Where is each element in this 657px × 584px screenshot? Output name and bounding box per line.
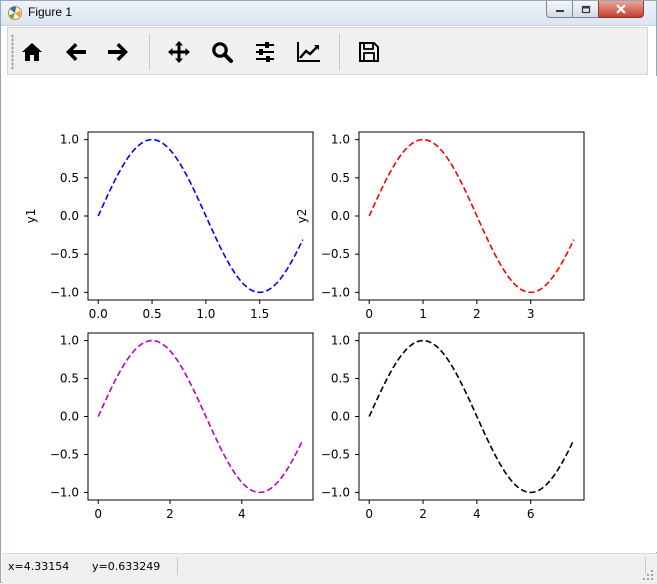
y-tick-label: −0.5 — [50, 447, 79, 461]
resize-grip-icon[interactable] — [642, 569, 654, 581]
cursor-x-readout: x=4.33154 — [8, 560, 70, 573]
y-tick-label: −1.0 — [321, 285, 350, 299]
line-chart-icon — [297, 42, 320, 62]
y-tick-label: 0.0 — [331, 209, 350, 223]
title-bar[interactable]: Figure 1 — [1, 1, 656, 26]
navigation-toolbar — [7, 27, 648, 75]
subplot-4[interactable]: 0 2 4 6 1.0 0.5 0.0 −0.5 −1.0 — [321, 332, 585, 521]
move-icon — [168, 41, 190, 63]
home-icon — [22, 43, 42, 61]
y-tick-label: 0.5 — [60, 372, 79, 386]
subplots-button[interactable] — [250, 37, 280, 67]
matplotlib-app-icon — [8, 6, 22, 20]
minimize-button[interactable] — [546, 1, 573, 18]
minimize-icon — [555, 10, 564, 12]
toolbar-separator — [339, 34, 340, 70]
axes-frame — [358, 332, 585, 501]
save-button[interactable] — [354, 37, 384, 67]
toolbar-grip[interactable] — [11, 34, 14, 70]
x-tick-label: 6 — [527, 507, 535, 521]
x-tick-label: 0 — [365, 507, 373, 521]
y-tick-label: −0.5 — [321, 447, 350, 461]
arrow-right-icon — [108, 43, 128, 61]
y-tick-label: 1.0 — [60, 133, 79, 147]
subplot-1[interactable]: 0.0 0.5 1.0 1.5 1.0 0.5 0.0 −0.5 −1.0 y1 — [24, 131, 314, 321]
x-tick-label: 3 — [527, 307, 535, 321]
x-tick-label: 0.0 — [89, 307, 108, 321]
subplot-2[interactable]: 0 1 2 3 1.0 0.5 0.0 −0.5 −1.0 y2 — [295, 131, 585, 321]
x-tick-label: 0 — [365, 307, 373, 321]
series-line — [368, 339, 575, 494]
y-tick-label: −1.0 — [50, 285, 79, 299]
zoom-button[interactable] — [207, 37, 237, 67]
figure-canvas[interactable]: 0.0 0.5 1.0 1.5 1.0 0.5 0.0 −0.5 −1.0 y1 0 1 2 3 1.0 0.… — [2, 76, 657, 552]
x-tick-label: 4 — [238, 507, 246, 521]
y-tick-label: 1.0 — [60, 334, 79, 348]
arrow-left-icon — [66, 43, 86, 61]
x-tick-label: 1 — [419, 307, 427, 321]
figure-window: Figure 1 0.0 0.5 1.0 1.5 1.0 0.5 0.0 −0.… — [0, 0, 657, 584]
edit-axes-button[interactable] — [294, 37, 324, 67]
y-tick-label: 0.0 — [60, 410, 79, 424]
y-tick-label: −0.5 — [50, 247, 79, 261]
series-line — [97, 339, 304, 494]
y-tick-label: 0.0 — [331, 410, 350, 424]
y-tick-label: 1.0 — [331, 334, 350, 348]
pan-button[interactable] — [164, 37, 194, 67]
y-tick-label: 0.0 — [60, 209, 79, 223]
home-button[interactable] — [17, 37, 47, 67]
floppy-disk-icon — [359, 42, 379, 62]
maximize-icon — [581, 5, 590, 13]
y-axis-label: y2 — [295, 209, 309, 224]
y-tick-label: 0.5 — [331, 372, 350, 386]
x-tick-label: 2 — [419, 507, 427, 521]
status-separator — [177, 557, 178, 575]
axes-frame — [358, 131, 585, 301]
axes-frame — [87, 332, 314, 501]
x-tick-label: 0 — [94, 507, 102, 521]
axes-frame — [87, 131, 314, 301]
maximize-button[interactable] — [572, 1, 599, 18]
series-line — [368, 138, 575, 294]
close-icon — [616, 4, 626, 14]
x-tick-label: 4 — [473, 507, 481, 521]
y-tick-label: 0.5 — [60, 171, 79, 185]
status-bar: x=4.33154 y=0.633249 — [2, 553, 657, 584]
x-tick-label: 0.5 — [143, 307, 162, 321]
zoom-icon — [212, 42, 233, 63]
back-button[interactable] — [61, 37, 91, 67]
y-axis-label: y1 — [24, 209, 38, 224]
y-tick-label: −1.0 — [321, 485, 350, 499]
y-tick-label: 1.0 — [331, 133, 350, 147]
x-tick-label: 2 — [166, 507, 174, 521]
y-tick-label: −0.5 — [321, 247, 350, 261]
y-tick-label: −1.0 — [50, 485, 79, 499]
cursor-y-readout: y=0.633249 — [92, 560, 161, 573]
window-title: Figure 1 — [28, 5, 73, 19]
figure-svg[interactable]: 0.0 0.5 1.0 1.51.00.50.0−0.5−1.0y10 1 2 31.00.… — [2, 76, 657, 552]
series-line — [97, 138, 304, 294]
x-tick-label: 1.5 — [250, 307, 269, 321]
close-button[interactable] — [598, 1, 644, 18]
y-tick-label: 0.5 — [331, 171, 350, 185]
x-tick-label: 2 — [473, 307, 481, 321]
toolbar-separator — [149, 34, 150, 70]
sliders-icon — [256, 42, 274, 62]
forward-button[interactable] — [103, 37, 133, 67]
x-tick-label: 1.0 — [196, 307, 215, 321]
subplot-3[interactable]: 0 2 4 1.0 0.5 0.0 −0.5 −1.0 — [50, 332, 314, 521]
